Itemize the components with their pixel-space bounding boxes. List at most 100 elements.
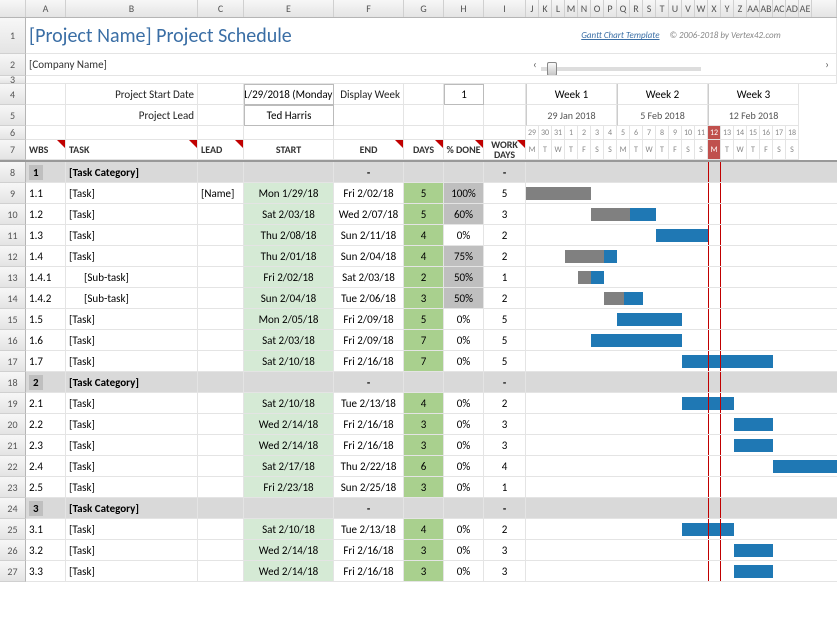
label-start-date: Project Start Date — [66, 84, 198, 105]
row-header[interactable]: 20 — [0, 414, 26, 435]
table-row[interactable]: 81[Task Category]-- — [0, 162, 837, 183]
row-header[interactable]: 23 — [0, 477, 26, 498]
col-C[interactable]: C — [198, 0, 244, 17]
table-row[interactable]: 151.5[Task]Mon 2/05/18Fri 2/09/1850%5 — [0, 309, 837, 330]
row-header-4[interactable]: 4 — [0, 84, 26, 105]
display-week-value[interactable]: 1 — [444, 84, 484, 105]
week-label: Week 2 — [617, 84, 708, 105]
table-row[interactable]: 273.3[Task]Wed 2/14/18Fri 2/16/1830%3 — [0, 561, 837, 582]
gantt-timeline — [526, 372, 837, 393]
row-header[interactable]: 15 — [0, 309, 26, 330]
hdr-start: START — [244, 140, 334, 160]
table-row[interactable]: 212.3[Task]Wed 2/14/18Fri 2/16/1830%3 — [0, 435, 837, 456]
table-row[interactable]: 131.4.1[Sub-task]Fri 2/02/18Sat 2/03/182… — [0, 267, 837, 288]
row-header-5[interactable]: 5 — [0, 105, 26, 126]
col-F[interactable]: F — [334, 0, 404, 17]
column-header-row[interactable]: A B C E F G H I JKLMNOPQRSTUVWXYZAAABACA… — [0, 0, 837, 18]
hdr-lead: LEAD — [198, 140, 244, 160]
table-row[interactable]: 232.5[Task]Fri 2/23/18Sun 2/25/1830%1 — [0, 477, 837, 498]
col-E[interactable]: E — [244, 0, 334, 17]
table-row[interactable]: 202.2[Task]Wed 2/14/18Fri 2/16/1830%3 — [0, 414, 837, 435]
row-header[interactable]: 27 — [0, 561, 26, 582]
hdr-work: WORK DAYS — [484, 140, 526, 160]
row-header[interactable]: 26 — [0, 540, 26, 561]
row-header[interactable]: 17 — [0, 351, 26, 372]
col-H[interactable]: H — [444, 0, 484, 17]
row-header-3[interactable]: 3 — [0, 76, 26, 84]
gantt-timeline — [526, 225, 837, 246]
week-label: Week 1 — [526, 84, 617, 105]
row-header[interactable]: 11 — [0, 225, 26, 246]
table-row[interactable]: 182[Task Category]-- — [0, 372, 837, 393]
table-row[interactable]: 121.4[Task]Thu 2/01/18Sun 2/04/18475%2 — [0, 246, 837, 267]
template-link[interactable]: Gantt Chart Template — [581, 30, 659, 41]
row-header-1[interactable]: 1 — [0, 18, 26, 54]
week-date: 12 Feb 2018 — [708, 105, 799, 126]
table-row[interactable]: 101.2[Task]Sat 2/03/18Wed 2/07/18560%3 — [0, 204, 837, 225]
label-display-week: Display Week — [334, 84, 404, 105]
gantt-timeline — [526, 414, 837, 435]
gantt-timeline — [526, 288, 837, 309]
copyright-text: © 2006-2018 by Vertex42.com — [670, 30, 781, 41]
page-title: [Project Name] Project Schedule — [29, 24, 292, 48]
row-header-7[interactable]: 7 — [0, 140, 26, 160]
row-header[interactable]: 10 — [0, 204, 26, 225]
gantt-timeline — [526, 309, 837, 330]
row-header[interactable]: 13 — [0, 267, 26, 288]
hdr-end: END — [334, 140, 404, 160]
col-B[interactable]: B — [66, 0, 198, 17]
company-name: [Company Name] — [29, 58, 107, 71]
row-header[interactable]: 12 — [0, 246, 26, 267]
row-header[interactable]: 9 — [0, 183, 26, 204]
row-header-6[interactable]: 6 — [0, 126, 26, 140]
row-header[interactable]: 14 — [0, 288, 26, 309]
gantt-timeline — [526, 456, 837, 477]
table-row[interactable]: 161.6[Task]Sat 2/03/18Fri 2/09/1870%5 — [0, 330, 837, 351]
col-I[interactable]: I — [484, 0, 526, 17]
table-row[interactable]: 253.1[Task]Sat 2/10/18Tue 2/13/1840%2 — [0, 519, 837, 540]
gantt-timeline — [526, 540, 837, 561]
table-row[interactable]: 111.3[Task]Thu 2/08/18Sun 2/11/1840%2 — [0, 225, 837, 246]
row-header[interactable]: 16 — [0, 330, 26, 351]
col-G[interactable]: G — [404, 0, 444, 17]
hdr-task: TASK — [66, 140, 198, 160]
start-date-value[interactable]: 1/29/2018 (Monday) — [244, 84, 334, 105]
hdr-pct: % DONE — [444, 140, 484, 160]
gantt-timeline — [526, 267, 837, 288]
gantt-timeline — [526, 393, 837, 414]
gantt-timeline — [526, 498, 837, 519]
table-row[interactable]: 263.2[Task]Wed 2/14/18Fri 2/16/1830%3 — [0, 540, 837, 561]
scroll-right-icon[interactable]: › — [821, 58, 833, 71]
gantt-timeline — [526, 477, 837, 498]
week-date: 5 Feb 2018 — [617, 105, 708, 126]
col-A[interactable]: A — [26, 0, 66, 17]
slider-thumb[interactable] — [547, 62, 557, 76]
week-date: 29 Jan 2018 — [526, 105, 617, 126]
gantt-timeline — [526, 435, 837, 456]
gantt-timeline — [526, 519, 837, 540]
row-header[interactable]: 22 — [0, 456, 26, 477]
row-header[interactable]: 25 — [0, 519, 26, 540]
project-lead-value[interactable]: Ted Harris — [244, 105, 334, 126]
scroll-left-icon[interactable]: ‹ — [529, 58, 541, 71]
row-header[interactable]: 8 — [0, 162, 26, 183]
timeline-slider[interactable] — [541, 67, 701, 71]
table-row[interactable]: 222.4[Task]Sat 2/17/18Thu 2/22/1860%4 — [0, 456, 837, 477]
hdr-wbs: WBS — [26, 140, 66, 160]
hdr-days: DAYS — [404, 140, 444, 160]
row-header[interactable]: 21 — [0, 435, 26, 456]
table-row[interactable]: 243[Task Category]-- — [0, 498, 837, 519]
gantt-timeline — [526, 330, 837, 351]
row-header[interactable]: 18 — [0, 372, 26, 393]
table-row[interactable]: 141.4.2[Sub-task]Sun 2/04/18Tue 2/06/183… — [0, 288, 837, 309]
gantt-timeline — [526, 183, 837, 204]
table-row[interactable]: 171.7[Task]Sat 2/10/18Fri 2/16/1870%5 — [0, 351, 837, 372]
table-row[interactable]: 91.1[Task][Name]Mon 1/29/18Fri 2/02/1851… — [0, 183, 837, 204]
row-header[interactable]: 24 — [0, 498, 26, 519]
row-header[interactable]: 19 — [0, 393, 26, 414]
gantt-timeline — [526, 351, 837, 372]
gantt-timeline — [526, 246, 837, 267]
gantt-timeline — [526, 204, 837, 225]
table-row[interactable]: 192.1[Task]Sat 2/10/18Tue 2/13/1840%2 — [0, 393, 837, 414]
week-label: Week 3 — [708, 84, 799, 105]
